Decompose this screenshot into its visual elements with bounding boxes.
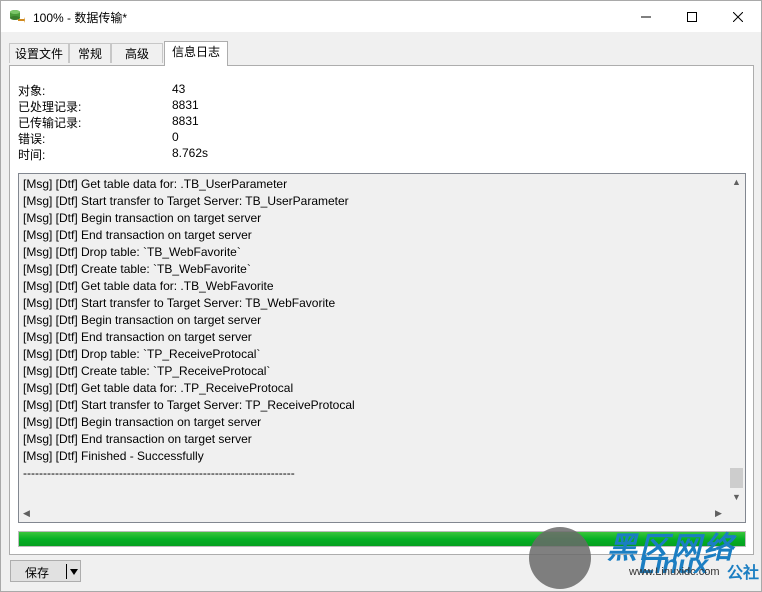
tab-advanced[interactable]: 高级 bbox=[111, 43, 163, 63]
minimize-icon bbox=[641, 16, 651, 17]
stat-label-errors: 错误: bbox=[18, 132, 46, 146]
log-line: [Msg] [Dtf] Start transfer to Target Ser… bbox=[23, 398, 355, 412]
log-line: [Msg] [Dtf] Finished - Successfully bbox=[23, 449, 204, 463]
scroll-up-icon[interactable]: ▲ bbox=[732, 177, 741, 187]
log-line: [Msg] [Dtf] Start transfer to Target Ser… bbox=[23, 296, 336, 310]
stat-value-time: 8.762s bbox=[172, 146, 209, 160]
stat-value-errors: 0 bbox=[172, 130, 179, 144]
stat-label-objects: 对象: bbox=[18, 84, 46, 98]
save-button-label: 保存 bbox=[25, 566, 50, 580]
maximize-button[interactable] bbox=[669, 1, 715, 32]
log-line: [Msg] [Dtf] End transaction on target se… bbox=[23, 432, 252, 446]
log-line: [Msg] [Dtf] Create table: `TB_WebFavorit… bbox=[23, 262, 251, 276]
vertical-scroll-thumb[interactable] bbox=[730, 468, 743, 488]
scroll-left-icon[interactable]: ◀ bbox=[23, 508, 30, 519]
watermark-site: www.Linuxidc.com bbox=[629, 566, 720, 578]
stat-label-time: 时间: bbox=[18, 148, 46, 162]
database-transfer-icon bbox=[10, 10, 25, 23]
close-button[interactable] bbox=[715, 1, 761, 32]
scroll-right-icon[interactable]: ▶ bbox=[715, 508, 722, 519]
horizontal-scrollbar[interactable]: ◀ ▶ bbox=[19, 505, 729, 522]
log-line: [Msg] [Dtf] Drop table: `TB_WebFavorite` bbox=[23, 245, 241, 259]
watermark-suffix: 公社 bbox=[727, 565, 760, 582]
log-line: [Msg] [Dtf] End transaction on target se… bbox=[23, 228, 252, 242]
log-line: [Msg] [Dtf] Start transfer to Target Ser… bbox=[23, 194, 349, 208]
log-line: [Msg] [Dtf] Begin transaction on target … bbox=[23, 313, 262, 327]
window-title: 100% - 数据传输* bbox=[33, 11, 128, 25]
message-log-panel: 对象: 43 已处理记录: 8831 已传输记录: 8831 错误: 0 时间:… bbox=[9, 65, 754, 555]
stat-value-processed: 8831 bbox=[172, 98, 199, 112]
tab-profile[interactable]: 设置文件 bbox=[9, 43, 69, 63]
tab-general[interactable]: 常规 bbox=[69, 43, 111, 63]
log-textbox[interactable]: [Msg] [Dtf] Get table data for: .TB_User… bbox=[18, 173, 746, 523]
log-line: [Msg] [Dtf] Get table data for: .TB_WebF… bbox=[23, 279, 274, 293]
stat-label-transferred: 已传输记录: bbox=[18, 116, 82, 130]
data-transfer-window: 100% - 数据传输* 设置文件 常规 高级 信息日志 对象: 43 已处理记… bbox=[0, 0, 762, 592]
log-line: [Msg] [Dtf] Get table data for: .TP_Rece… bbox=[23, 381, 294, 395]
log-line: [Msg] [Dtf] Begin transaction on target … bbox=[23, 415, 262, 429]
maximize-icon bbox=[687, 11, 697, 22]
log-line: [Msg] [Dtf] Drop table: `TP_ReceiveProto… bbox=[23, 347, 261, 361]
log-line: [Msg] [Dtf] End transaction on target se… bbox=[23, 330, 252, 344]
stat-label-processed: 已处理记录: bbox=[18, 100, 82, 114]
log-line: [Msg] [Dtf] Get table data for: .TB_User… bbox=[23, 177, 288, 191]
stat-value-transferred: 8831 bbox=[172, 114, 199, 128]
vertical-scrollbar[interactable]: ▲ ▼ bbox=[728, 174, 745, 505]
log-line: ----------------------------------------… bbox=[23, 466, 295, 480]
dropdown-arrow-icon[interactable] bbox=[69, 565, 79, 579]
log-line: [Msg] [Dtf] Create table: `TP_ReceivePro… bbox=[23, 364, 271, 378]
log-lines: [Msg] [Dtf] Get table data for: .TB_User… bbox=[23, 176, 355, 482]
transfer-progress-bar bbox=[18, 531, 746, 547]
title-bar[interactable]: 100% - 数据传输* bbox=[1, 1, 761, 32]
split-divider bbox=[66, 564, 67, 579]
close-icon bbox=[733, 11, 743, 22]
minimize-button[interactable] bbox=[623, 1, 669, 32]
progress-fill bbox=[19, 532, 745, 546]
save-button[interactable]: 保存 bbox=[10, 560, 81, 582]
tab-message-log[interactable]: 信息日志 bbox=[164, 41, 228, 66]
stat-value-objects: 43 bbox=[172, 82, 186, 96]
scroll-down-icon[interactable]: ▼ bbox=[732, 492, 741, 502]
log-line: [Msg] [Dtf] Begin transaction on target … bbox=[23, 211, 262, 225]
